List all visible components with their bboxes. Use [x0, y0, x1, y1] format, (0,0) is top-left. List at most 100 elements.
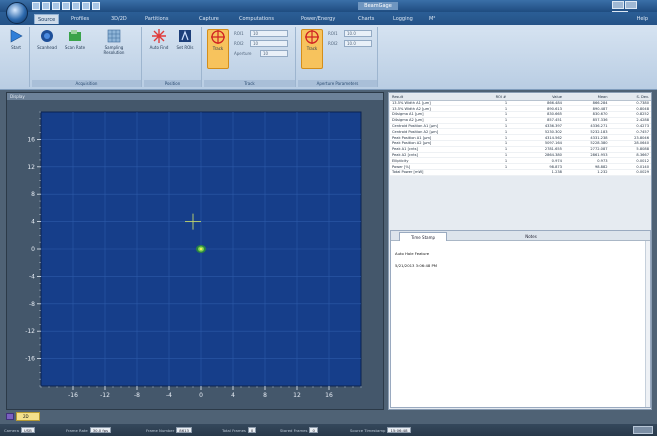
aperture-parameters-label: Aperture Parameters — [298, 80, 377, 87]
start-group: Start — [4, 27, 30, 87]
scan-rate-icon — [69, 30, 81, 41]
roi2-spinner[interactable]: 10 — [250, 40, 288, 47]
aperture-spinner[interactable]: 10 — [260, 50, 288, 57]
x-tick-label: 12 — [293, 392, 301, 399]
auto-find-icon — [152, 29, 166, 43]
set-rois-button[interactable]: Set ROIs — [174, 29, 196, 69]
run-icon[interactable] — [82, 2, 90, 10]
sampling-resolution-label: Sampling Resolution — [103, 45, 125, 55]
open-icon[interactable] — [42, 2, 50, 10]
tab-charts[interactable]: Charts — [355, 14, 377, 24]
roi2-label: ROI2 — [234, 41, 244, 46]
tab-m2[interactable]: M² — [426, 14, 438, 24]
set-rois-label: Set ROIs — [176, 45, 194, 50]
status-total-frames: Total Frames 0 — [222, 427, 257, 433]
sampling-resolution-button[interactable]: Sampling Resolution — [94, 29, 134, 69]
status-value: 30.0 fps — [89, 427, 112, 433]
aperture-roi2-label: ROI2 — [328, 41, 338, 46]
set-rois-icon — [179, 30, 191, 42]
x-tick-label: -4 — [166, 392, 172, 399]
track-aperture-label: Track — [306, 46, 318, 51]
scanhead-label: Scanhead — [37, 45, 57, 50]
settings-icon[interactable] — [92, 2, 100, 10]
scanhead-button[interactable]: Scanhead — [36, 29, 58, 69]
status-value: 8613 — [176, 427, 192, 433]
notes-line: Auto Hole Feature — [395, 251, 430, 256]
target-icon — [211, 30, 225, 44]
save-icon[interactable] — [32, 2, 40, 10]
target-icon — [305, 30, 319, 44]
title-bar: BeamGage — [0, 0, 657, 19]
export-icon[interactable] — [72, 2, 80, 10]
roi1-label: ROI1 — [234, 31, 244, 36]
acquisition-group-label: Acquisition — [32, 80, 141, 87]
camera-icon[interactable] — [62, 2, 70, 10]
position-group-label: Position — [144, 80, 201, 87]
status-camera: Camera USB — [4, 427, 35, 433]
document-tab-2d[interactable]: 2D — [16, 412, 40, 421]
window-controls — [611, 1, 653, 19]
auto-find-button[interactable]: Auto Find — [148, 29, 170, 69]
tab-time-stamp[interactable]: Time Stamp — [399, 232, 447, 241]
status-corner-button[interactable] — [633, 426, 653, 434]
result-name-cell: Total Power [mW] — [390, 169, 494, 176]
status-label: Stored Frames — [280, 428, 308, 433]
start-label: Start — [11, 45, 21, 50]
status-value: USB — [20, 427, 35, 433]
results-table: Result ROI # Value Mean S. Dev. 13.5% Wi… — [390, 94, 651, 176]
tab-capture[interactable]: Capture — [196, 14, 222, 24]
y-tick-label: -16 — [25, 356, 35, 363]
tab-partitions[interactable]: Partitions — [142, 14, 171, 24]
aperture-roi1-label: ROI1 — [328, 31, 338, 36]
tab-source[interactable]: Source — [34, 14, 60, 24]
play-icon — [10, 29, 23, 43]
notes-text[interactable]: Auto Hole Feature 5/21/2013 3:06:48 PM — [395, 251, 437, 275]
y-tick-label: -4 — [29, 273, 35, 280]
tab-help[interactable]: Help — [634, 14, 651, 24]
status-value: 0 — [247, 427, 257, 433]
notes-scrollbar[interactable] — [645, 241, 650, 407]
track-label: Track — [212, 46, 224, 51]
document-tabs: 2D — [6, 412, 66, 421]
beam-profile-plot[interactable]: -16 -12 -8 -4 0 4 8 12 16 16 12 8 4 0 -4 -8 -12 -16 — [7, 100, 383, 409]
tab-computations[interactable]: Computations — [236, 14, 277, 24]
status-value: 15:06:48 — [387, 427, 411, 433]
aperture-label: Aperture — [234, 51, 252, 56]
display-panel-header: Display — [7, 93, 383, 100]
aperture-roi1-spinner[interactable]: 10.0 — [344, 30, 372, 37]
status-frame-rate: Frame Rate 30.0 fps — [66, 427, 112, 433]
start-button[interactable]: Start — [5, 29, 27, 69]
x-tick-label: -8 — [134, 392, 140, 399]
track-button[interactable]: Track — [207, 29, 229, 69]
x-tick-label: 8 — [263, 392, 267, 399]
roi-cell — [493, 169, 519, 176]
application-menu-button[interactable] — [6, 2, 28, 24]
roi1-spinner[interactable]: 10 — [250, 30, 288, 37]
tab-power-energy[interactable]: Power/Energy — [298, 14, 338, 24]
x-tick-label: 0 — [199, 392, 203, 399]
aperture-roi2-spinner[interactable]: 10.0 — [344, 40, 372, 47]
minimize-button[interactable] — [612, 1, 624, 9]
x-tick-label: -16 — [68, 392, 78, 399]
scan-rate-label: Scan Rate — [64, 45, 86, 50]
tab-notes[interactable]: Notes — [511, 232, 551, 241]
y-tick-label: -12 — [25, 328, 35, 335]
tab-scroll-arrow-icon[interactable] — [6, 413, 14, 420]
status-label: Frame Rate — [66, 428, 88, 433]
status-value: 0 — [309, 427, 318, 433]
tab-logging[interactable]: Logging — [390, 14, 416, 24]
tab-3d-2d[interactable]: 3D/2D — [108, 14, 130, 24]
track-aperture-button[interactable]: Track — [301, 29, 323, 69]
beam-plot-container: -16 -12 -8 -4 0 4 8 12 16 16 12 8 4 0 -4 -8 -12 -16 — [7, 100, 383, 409]
mean-cell: 1.232 — [563, 169, 610, 176]
track-group-label: Track — [204, 80, 295, 87]
print-icon[interactable] — [52, 2, 60, 10]
scan-rate-button[interactable]: Scan Rate — [64, 29, 86, 69]
results-row[interactable]: Total Power [mW] 1.238 1.232 0.0029 — [390, 169, 651, 176]
beam-spot-core — [199, 247, 203, 251]
acquisition-group: Scanhead Scan Rate Sampling Resolution A… — [32, 27, 142, 87]
maximize-button[interactable] — [625, 1, 637, 9]
window-title: BeamGage — [358, 2, 398, 10]
tab-profiles[interactable]: Profiles — [68, 14, 92, 24]
track-group: Track ROI1 10 ROI2 10 Aperture 10 Track — [204, 27, 296, 87]
